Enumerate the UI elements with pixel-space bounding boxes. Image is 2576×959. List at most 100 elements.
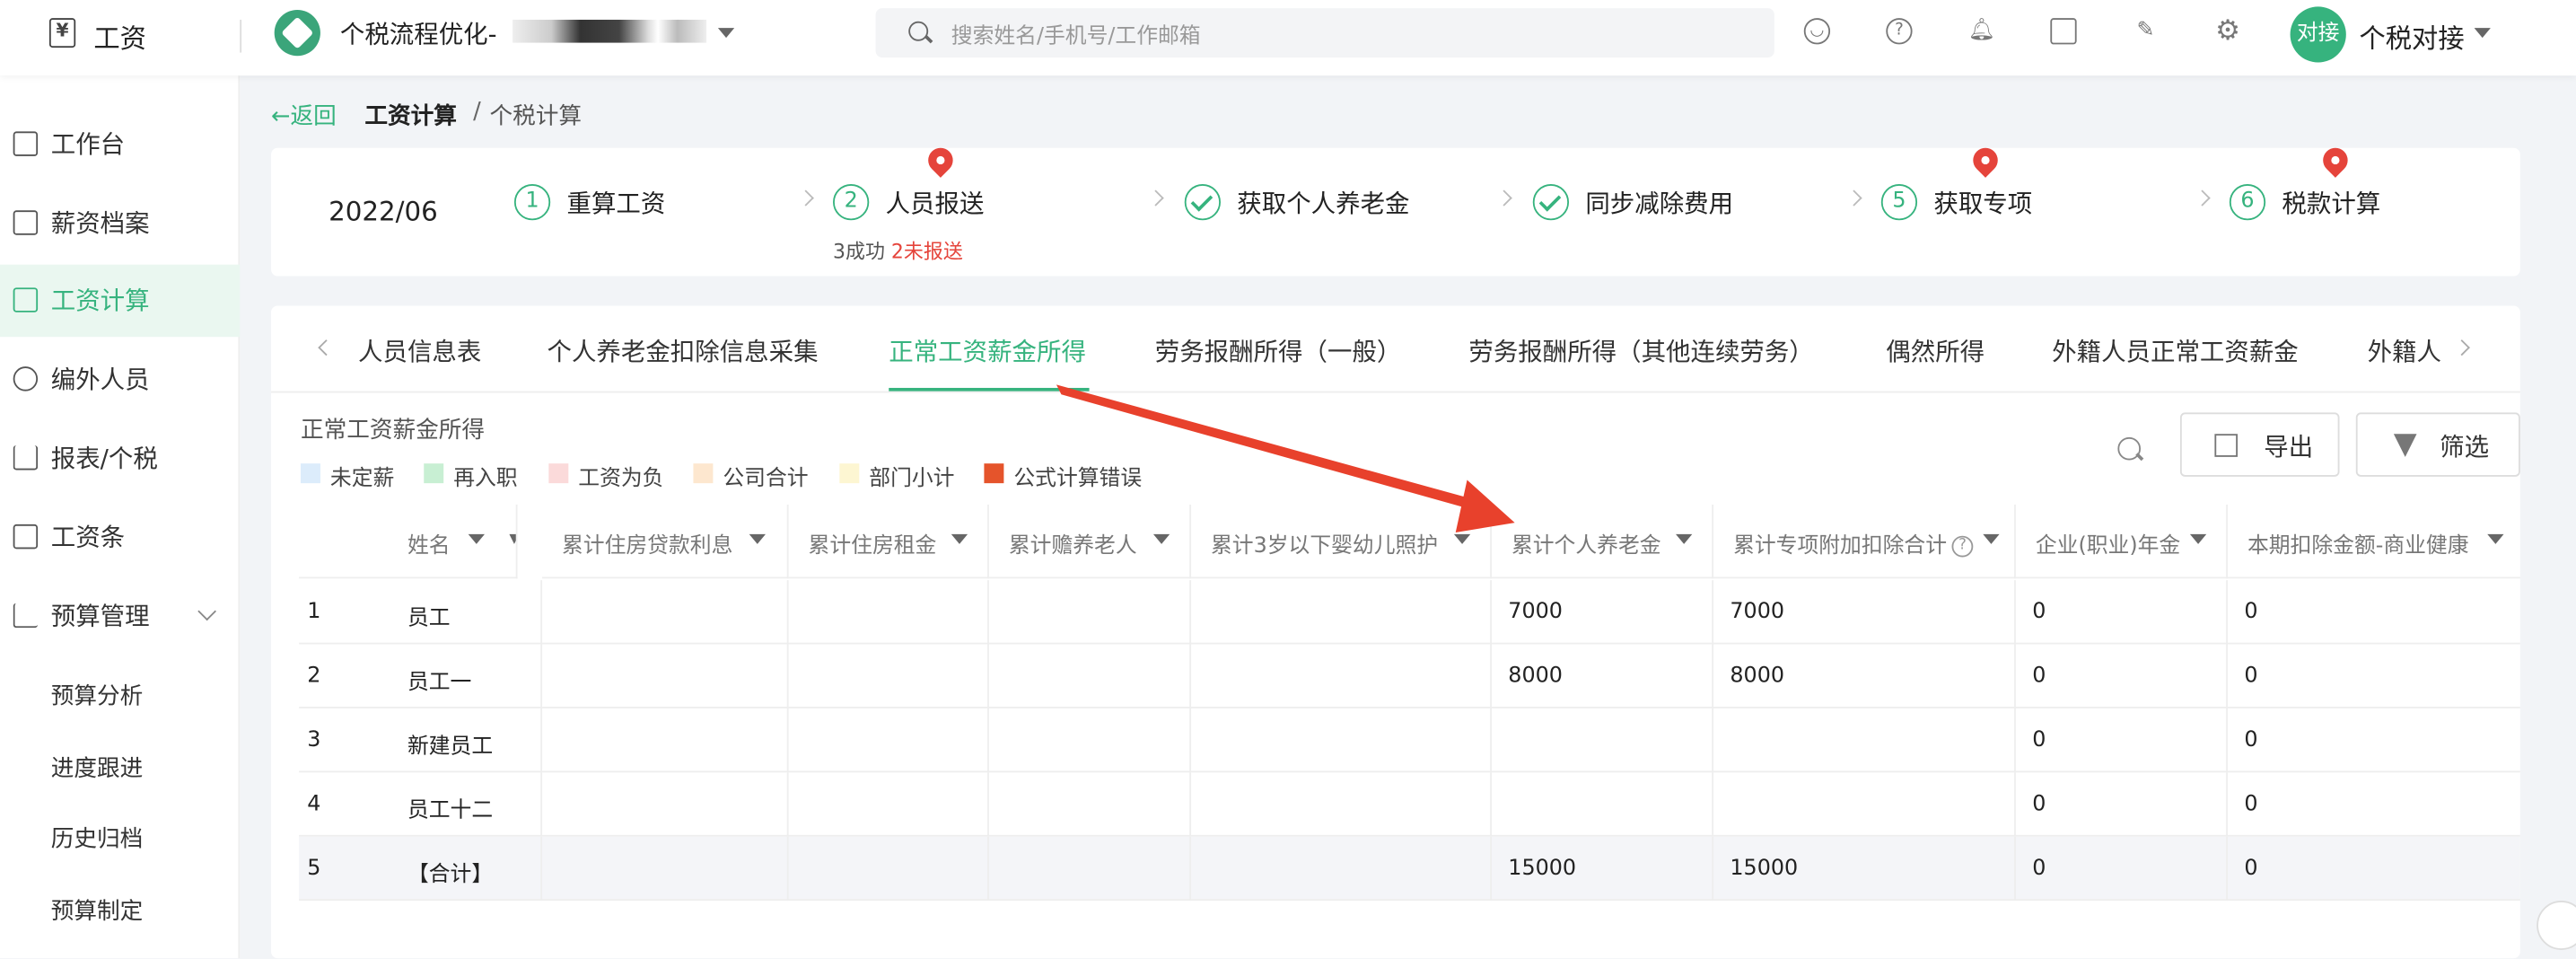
- table-cell-c7[interactable]: 0: [2016, 708, 2229, 773]
- sidebar-item-payslip[interactable]: 工资条: [0, 501, 240, 574]
- table-cell-name[interactable]: 新建员工: [388, 708, 543, 773]
- sidebar-subitem-budget-analysis[interactable]: 预算分析: [51, 679, 144, 712]
- table-row[interactable]: 2 员工一 8000 8000 0 0: [299, 644, 2520, 708]
- table-cell-c2[interactable]: [789, 772, 989, 837]
- sidebar-item-salary-calc[interactable]: 工资计算: [0, 264, 241, 338]
- table-cell-c8[interactable]: 0: [2228, 708, 2520, 772]
- table-cell-c4[interactable]: [1191, 644, 1493, 708]
- table-cell-c2[interactable]: [789, 708, 989, 773]
- header-annuity[interactable]: 企业(职业)年金: [2015, 504, 2229, 579]
- header-name[interactable]: 姓名: [387, 504, 518, 579]
- sidebar-subitem-history[interactable]: 历史归档: [51, 822, 144, 855]
- table-cell-c1[interactable]: [542, 580, 789, 645]
- table-cell-c6[interactable]: 7000: [1713, 580, 2016, 645]
- header-elder-support[interactable]: 累计赡养老人: [988, 504, 1192, 579]
- bell-icon[interactable]: 🔔︎: [1968, 18, 1995, 44]
- table-cell-c6[interactable]: 15000: [1713, 836, 2016, 902]
- sort-caret-icon[interactable]: [1453, 533, 1471, 544]
- header-personal-pension[interactable]: 累计个人养老金: [1492, 504, 1714, 579]
- sidebar-item-external-staff[interactable]: 编外人员: [0, 344, 240, 417]
- table-cell-c1[interactable]: [542, 708, 789, 773]
- chevron-down-icon[interactable]: [2474, 28, 2491, 39]
- tab-labor-general[interactable]: 劳务报酬所得（一般）: [1155, 334, 1402, 368]
- table-cell-c3[interactable]: [989, 836, 1192, 902]
- sidebar-subitem-progress[interactable]: 进度跟进: [51, 751, 144, 784]
- export-button[interactable]: 导出: [2179, 412, 2340, 477]
- sort-caret-icon[interactable]: [468, 533, 485, 544]
- chevron-down-icon[interactable]: [197, 602, 216, 621]
- table-cell-c5[interactable]: 15000: [1492, 836, 1714, 902]
- header-housing-rent[interactable]: 累计住房租金: [788, 504, 989, 579]
- table-cell-c4[interactable]: [1191, 836, 1493, 902]
- tab-personnel-info[interactable]: 人员信息表: [358, 334, 481, 368]
- header-infant-care[interactable]: 累计3岁以下婴幼儿照护: [1191, 504, 1493, 579]
- header-health-insurance[interactable]: 本期扣除金额-商业健康: [2228, 505, 2520, 579]
- sidebar-item-budget[interactable]: 预算管理: [0, 580, 240, 653]
- org-logo-icon[interactable]: [274, 9, 320, 57]
- org-name[interactable]: 个税流程优化-: [340, 16, 497, 50]
- search-icon[interactable]: [2117, 436, 2142, 461]
- back-link[interactable]: ←返回: [271, 99, 337, 132]
- table-cell-c6[interactable]: 8000: [1713, 644, 2016, 708]
- table-cell-c2[interactable]: [789, 644, 989, 708]
- sidebar-subitem-budget-plan[interactable]: 预算制定: [51, 894, 144, 928]
- table-cell-c4[interactable]: [1191, 708, 1493, 773]
- table-row[interactable]: 5 【合计】 15000 15000 0 0: [299, 836, 2520, 902]
- table-cell-c3[interactable]: [989, 772, 1192, 837]
- sidebar-item-salary-archive[interactable]: 薪资档案: [0, 188, 240, 260]
- table-cell-name[interactable]: 员工: [388, 580, 543, 645]
- pay-period[interactable]: 2022/06: [329, 196, 438, 227]
- table-row[interactable]: 1 员工 7000 7000 0 0: [299, 580, 2520, 645]
- table-cell-c1[interactable]: [542, 772, 789, 837]
- table-cell-c7[interactable]: 0: [2016, 644, 2229, 708]
- table-cell-name[interactable]: 员工一: [388, 644, 543, 708]
- search-input[interactable]: 搜索姓名/手机号/工作邮箱: [951, 18, 1201, 48]
- table-cell-c1[interactable]: [542, 644, 789, 708]
- table-cell-c2[interactable]: [789, 580, 989, 645]
- table-cell-c8[interactable]: 0: [2228, 772, 2520, 836]
- table-cell-c3[interactable]: [989, 580, 1192, 645]
- table-cell-c3[interactable]: [989, 708, 1192, 773]
- breadcrumb-main[interactable]: 工资计算: [364, 99, 457, 132]
- chevron-left-icon[interactable]: [318, 339, 335, 356]
- table-cell-c7[interactable]: 0: [2016, 580, 2229, 645]
- sort-caret-icon[interactable]: [1676, 533, 1693, 544]
- sort-caret-icon[interactable]: [509, 533, 516, 544]
- sort-caret-icon[interactable]: [749, 533, 766, 544]
- tab-incidental[interactable]: 偶然所得: [1886, 334, 1985, 368]
- table-cell-c5[interactable]: 8000: [1492, 644, 1714, 708]
- tab-foreign-salary[interactable]: 外籍人员正常工资薪金: [2052, 334, 2299, 368]
- table-cell-c6[interactable]: [1713, 708, 2016, 773]
- table-row[interactable]: 3 新建员工 0 0: [299, 708, 2520, 773]
- table-cell-c2[interactable]: [789, 836, 989, 902]
- gear-icon[interactable]: ⚙: [2214, 17, 2240, 45]
- table-cell-name[interactable]: 员工十二: [388, 772, 543, 837]
- headset-icon[interactable]: [2537, 901, 2576, 950]
- table-cell-c4[interactable]: [1191, 580, 1493, 645]
- table-cell-c5[interactable]: 7000: [1492, 580, 1714, 645]
- help-icon[interactable]: ?: [1886, 18, 1913, 45]
- sidebar-item-workbench[interactable]: 工作台: [0, 109, 240, 181]
- table-cell-c6[interactable]: [1713, 772, 2016, 837]
- sort-caret-icon[interactable]: [2189, 533, 2207, 544]
- table-cell-c8[interactable]: 0: [2228, 837, 2520, 901]
- sort-caret-icon[interactable]: [1983, 533, 2000, 544]
- pending-count[interactable]: 2未报送: [891, 240, 963, 263]
- inbox-icon[interactable]: [2050, 18, 2077, 45]
- table-cell-name[interactable]: 【合计】: [388, 836, 543, 902]
- user-name[interactable]: 个税对接: [2359, 16, 2464, 56]
- table-cell-c4[interactable]: [1191, 772, 1493, 837]
- table-cell-c5[interactable]: [1492, 708, 1714, 773]
- table-cell-c7[interactable]: 0: [2016, 772, 2229, 837]
- table-cell-c8[interactable]: 0: [2228, 580, 2520, 644]
- header-housing-loan[interactable]: 累计住房贷款利息: [542, 504, 789, 579]
- sidebar-item-reports[interactable]: 报表/个税: [0, 422, 240, 495]
- avatar[interactable]: 对接: [2290, 6, 2346, 63]
- sort-caret-icon[interactable]: [951, 533, 968, 544]
- header-special-total[interactable]: 累计专项附加扣除合计?: [1713, 504, 2016, 579]
- tab-regular-salary[interactable]: 正常工资薪金所得: [889, 334, 1086, 368]
- table-cell-c3[interactable]: [989, 644, 1192, 708]
- help-icon[interactable]: ?: [1951, 535, 1974, 558]
- tab-foreign-other[interactable]: 外籍人: [2368, 334, 2441, 368]
- tab-labor-continuous[interactable]: 劳务报酬所得（其他连续劳务）: [1468, 334, 1813, 368]
